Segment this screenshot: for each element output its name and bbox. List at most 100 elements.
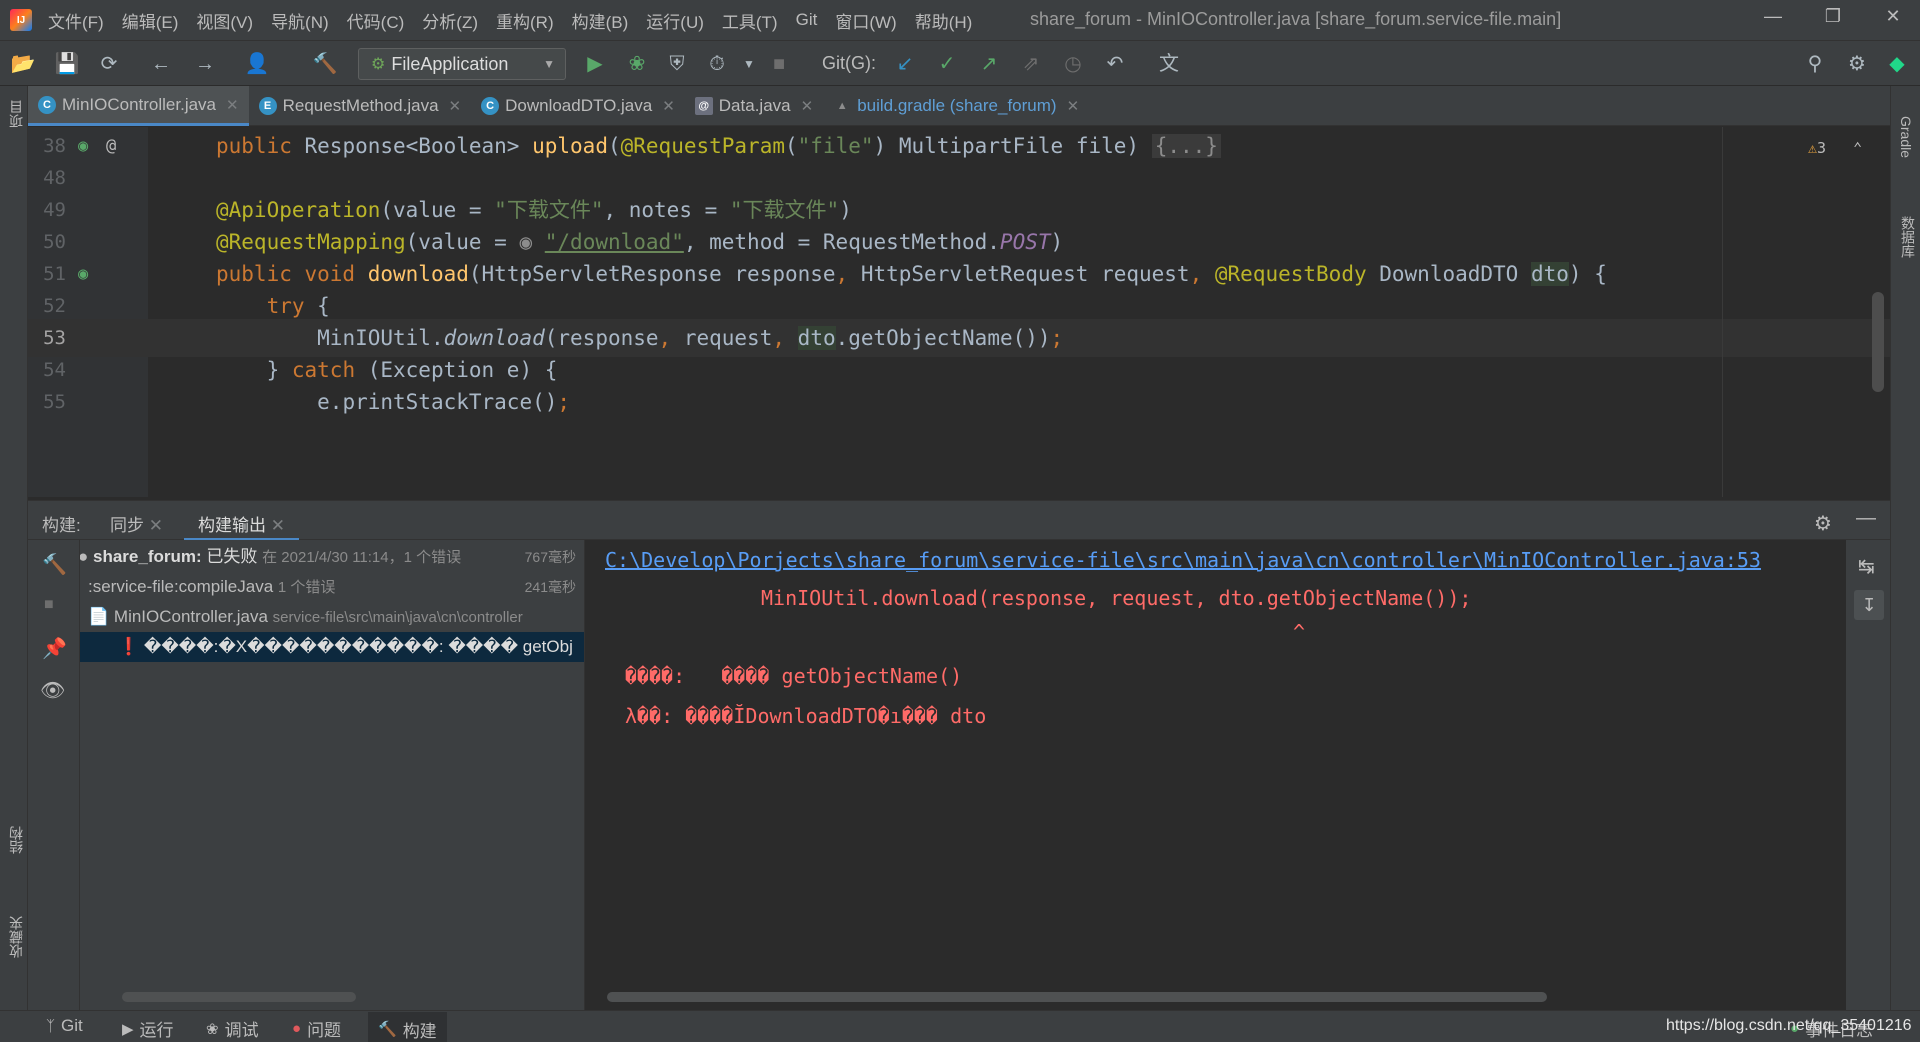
stop-icon[interactable]: ■ bbox=[44, 596, 54, 614]
tab-minio-controller[interactable]: C MinIOController.java ✕ bbox=[28, 86, 249, 126]
translate-icon[interactable]: 文 bbox=[1156, 51, 1182, 77]
minimize-icon[interactable]: — bbox=[1758, 6, 1788, 32]
git-push-icon[interactable]: ↗ bbox=[976, 51, 1002, 77]
git-rollback-icon[interactable]: ↶ bbox=[1102, 51, 1128, 77]
menu-edit[interactable]: 编辑(E) bbox=[122, 8, 179, 33]
close-tab-icon[interactable]: ✕ bbox=[226, 96, 239, 114]
save-all-icon[interactable]: 💾 bbox=[54, 51, 80, 77]
coverage-icon[interactable]: ⛨ bbox=[664, 51, 690, 77]
run-icon[interactable]: ▶ bbox=[582, 51, 608, 77]
settings-gear-icon[interactable]: ⚙ bbox=[1814, 511, 1832, 536]
close-tab-icon[interactable]: ✕ bbox=[662, 97, 675, 115]
right-tool-strip: Gradle 数据库 bbox=[1890, 86, 1920, 1010]
pin-icon[interactable]: 📌 bbox=[42, 636, 67, 661]
close-tab-icon[interactable]: ✕ bbox=[271, 516, 285, 535]
back-icon[interactable]: ← bbox=[148, 51, 174, 77]
inspection-widget[interactable]: ⚠3 ⌃ ⌄ bbox=[1808, 139, 1890, 157]
scroll-to-end-icon[interactable]: ↧ bbox=[1854, 590, 1884, 620]
close-tab-icon[interactable]: ✕ bbox=[149, 516, 163, 535]
tree-horizontal-scrollbar[interactable] bbox=[122, 992, 356, 1002]
tree-node-error[interactable]: ❗ ����:�X�����������: ���� getObj bbox=[80, 632, 584, 662]
restore-icon[interactable]: ❐ bbox=[1818, 6, 1848, 32]
menu-analyze[interactable]: 分析(Z) bbox=[422, 8, 478, 33]
eye-icon[interactable]: 👁 bbox=[40, 678, 65, 703]
rebuild-hammer-icon[interactable]: 🔨 bbox=[42, 552, 67, 577]
menu-tools[interactable]: 工具(T) bbox=[722, 8, 778, 33]
folded-code: {...} bbox=[1151, 134, 1221, 158]
menu-view[interactable]: 视图(V) bbox=[196, 8, 253, 33]
globe-icon[interactable]: ◉ bbox=[519, 230, 532, 254]
favorites-tool-tab[interactable]: 收藏夹 bbox=[6, 916, 26, 958]
jetbrains-toolbox-icon[interactable]: ◆ bbox=[1884, 51, 1910, 77]
menu-build[interactable]: 构建(B) bbox=[572, 8, 629, 33]
git-pull-icon[interactable]: ⇗ bbox=[1018, 51, 1044, 77]
console-error-line: MinIOUtil.download(response, request, dt… bbox=[761, 586, 1472, 610]
project-tool-tab[interactable]: 项目 bbox=[6, 100, 26, 128]
profile-icon[interactable]: ⏱ bbox=[704, 51, 730, 77]
menu-window[interactable]: 窗口(W) bbox=[835, 8, 896, 33]
forward-icon[interactable]: → bbox=[192, 51, 218, 77]
at-gutter-icon[interactable]: @ bbox=[106, 136, 126, 156]
close-window-icon[interactable]: ✕ bbox=[1878, 6, 1908, 32]
debug-tool-button[interactable]: ❀ 调试 bbox=[206, 1016, 259, 1041]
console-horizontal-scrollbar[interactable] bbox=[607, 992, 1547, 1002]
settings-gear-icon[interactable]: ⚙ bbox=[1844, 51, 1870, 77]
endpoint-gutter-icon[interactable]: ◉ bbox=[78, 136, 98, 156]
gradle-tool-tab[interactable]: Gradle bbox=[1898, 116, 1914, 158]
close-tab-icon[interactable]: ✕ bbox=[801, 97, 814, 115]
database-tool-tab[interactable]: 数据库 bbox=[1898, 216, 1918, 258]
menu-file[interactable]: 文件(F) bbox=[48, 8, 104, 33]
tab-sync[interactable]: 同步 ✕ bbox=[110, 511, 163, 536]
git-history-icon[interactable]: ◷ bbox=[1060, 51, 1086, 77]
build-tool-button[interactable]: 🔨 构建 bbox=[368, 1012, 447, 1042]
debug-icon[interactable]: ❀ bbox=[624, 51, 650, 77]
tab-request-method[interactable]: E RequestMethod.java ✕ bbox=[249, 86, 472, 126]
run-configuration-label: FileApplication bbox=[391, 53, 509, 74]
tree-node-task[interactable]: :service-file:compileJava 1 个错误 241毫秒 bbox=[80, 572, 584, 602]
code-editor[interactable]: 38 ◉ @ public Response<Boolean> upload(@… bbox=[28, 127, 1890, 497]
editor-tab-bar: C MinIOController.java ✕ E RequestMethod… bbox=[28, 86, 1890, 126]
menu-run[interactable]: 运行(U) bbox=[646, 8, 704, 33]
console-error-line: ����: ���� getObjectName() bbox=[625, 664, 963, 688]
run-configuration-select[interactable]: ⚙ FileApplication ▼ bbox=[358, 48, 566, 80]
close-tab-icon[interactable]: ✕ bbox=[449, 97, 462, 115]
stop-icon[interactable]: ■ bbox=[766, 51, 792, 77]
tab-build-gradle[interactable]: ▲ build.gradle (share_forum) ✕ bbox=[823, 86, 1089, 126]
hide-panel-icon[interactable]: — bbox=[1856, 507, 1876, 530]
git-commit-icon[interactable]: ✓ bbox=[934, 51, 960, 77]
problems-tool-button[interactable]: ● 问题 bbox=[292, 1016, 341, 1041]
menu-code[interactable]: 代码(C) bbox=[347, 8, 405, 33]
build-header-label: 构建: bbox=[42, 516, 81, 535]
hammer-icon: 🔨 bbox=[378, 1021, 397, 1038]
menu-help[interactable]: 帮助(H) bbox=[915, 8, 973, 33]
tree-node-project[interactable]: ● share_forum: 已失败 在 2021/4/30 11:14，1 个… bbox=[80, 542, 584, 572]
open-folder-icon[interactable]: 📂 bbox=[10, 51, 36, 77]
close-tab-icon[interactable]: ✕ bbox=[1067, 97, 1080, 115]
search-icon[interactable]: ⚲ bbox=[1802, 51, 1828, 77]
right-margin-guide bbox=[1722, 127, 1723, 497]
endpoint-gutter-icon[interactable]: ◉ bbox=[78, 264, 98, 284]
tree-node-file[interactable]: 📄 MinIOController.java service-file\src\… bbox=[80, 602, 584, 632]
chevron-up-icon[interactable]: ⌃ bbox=[1853, 139, 1862, 157]
error-file-link[interactable]: C:\Develop\Porjects\share_forum\service-… bbox=[605, 548, 1761, 572]
chevron-down-icon[interactable]: ⌄ bbox=[1889, 139, 1890, 157]
build-hammer-icon[interactable]: 🔨 bbox=[312, 51, 338, 77]
structure-tool-tab[interactable]: 结构 bbox=[6, 826, 26, 854]
left-tool-strip: 项目 结构 收藏夹 bbox=[0, 86, 28, 1010]
user-dropdown-icon[interactable]: 👤 bbox=[244, 51, 270, 77]
menu-git[interactable]: Git bbox=[796, 10, 818, 30]
tab-data[interactable]: @ Data.java ✕ bbox=[685, 86, 823, 126]
sync-icon[interactable]: ⟳ bbox=[96, 51, 122, 77]
git-tool-button[interactable]: ᛉ Git bbox=[46, 1016, 83, 1036]
profile-dropdown-icon[interactable]: ▼ bbox=[736, 51, 762, 77]
spring-boot-icon: ⚙ bbox=[371, 56, 386, 73]
build-console[interactable]: C:\Develop\Porjects\share_forum\service-… bbox=[584, 540, 1846, 1010]
run-tool-button[interactable]: ▶ 运行 bbox=[122, 1016, 174, 1041]
menu-refactor[interactable]: 重构(R) bbox=[496, 8, 554, 33]
tab-download-dto[interactable]: C DownloadDTO.java ✕ bbox=[471, 86, 685, 126]
menu-navigate[interactable]: 导航(N) bbox=[271, 8, 329, 33]
editor-scrollbar[interactable] bbox=[1872, 292, 1884, 392]
soft-wrap-icon[interactable]: ↹ bbox=[1858, 554, 1875, 579]
git-update-icon[interactable]: ↙ bbox=[892, 51, 918, 77]
tab-build-output[interactable]: 构建输出 ✕ bbox=[184, 501, 299, 541]
